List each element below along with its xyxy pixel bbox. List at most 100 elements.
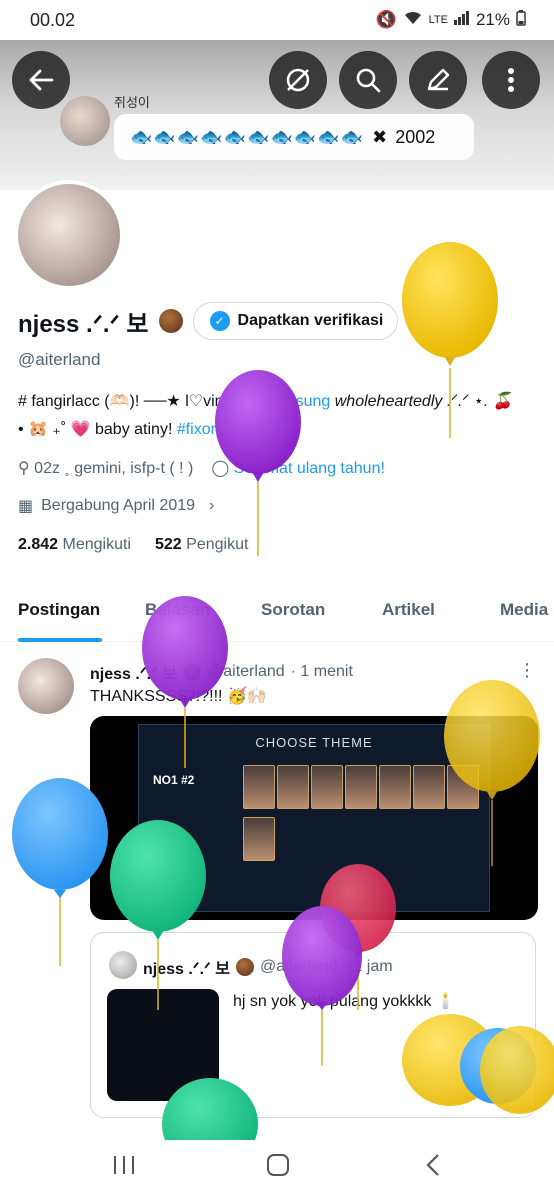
profile-tabs: Postingan Balasan Sorotan Artikel Media bbox=[0, 582, 554, 642]
photo-card bbox=[447, 765, 479, 809]
quote-text: hj sn yok yok pulang yokkkk 🕯️ bbox=[233, 993, 456, 1010]
tab-posts[interactable]: Postingan bbox=[18, 600, 100, 620]
tab-replies[interactable]: Balasan bbox=[145, 600, 210, 620]
following-label: Mengikuti bbox=[62, 536, 131, 553]
note-text: 2002 bbox=[395, 126, 436, 147]
tab-articles[interactable]: Artikel bbox=[382, 600, 435, 620]
get-verified-button[interactable]: ✓ Dapatkan verifikasi bbox=[192, 302, 399, 340]
note-author-name: 쥐성이 bbox=[114, 95, 150, 110]
following-stat[interactable]: 2.842 Mengikuti bbox=[18, 536, 131, 554]
more-vert-icon bbox=[508, 68, 514, 92]
balloon-icon: ◯ bbox=[211, 460, 230, 477]
taiyaki-emoji-row: 🐟🐟🐟🐟🐟🐟🐟🐟🐟🐟 bbox=[130, 126, 365, 147]
profile-handle: @aiterland bbox=[18, 350, 101, 369]
joined-text: Bergabung April 2019 bbox=[41, 497, 196, 514]
home-button[interactable] bbox=[266, 1152, 290, 1184]
photo-card bbox=[413, 765, 445, 809]
system-nav-bar bbox=[0, 1140, 554, 1200]
battery-percent: 21% bbox=[475, 10, 510, 29]
post-header: njess .ᐟ.ᐟ 보 @aiterland · 1 menit bbox=[90, 660, 353, 684]
tab-highlights[interactable]: Sorotan bbox=[261, 600, 325, 620]
game-theme-panel: CHOOSE THEME NO1 #2 bbox=[138, 724, 490, 912]
bio-hashtag-3[interactable]: #fixon bbox=[177, 421, 220, 438]
calendar-icon: ▦ bbox=[18, 498, 34, 515]
following-count: 2.842 bbox=[18, 536, 59, 553]
photo-card bbox=[277, 765, 309, 809]
follow-stats: 2.842 Mengikuti 522 Pengikut bbox=[18, 536, 248, 554]
note-bubble[interactable]: 🐟🐟🐟🐟🐟🐟🐟🐟🐟🐟 ✖ 2002 bbox=[114, 114, 474, 160]
joined-row[interactable]: ▦ Bergabung April 2019 › bbox=[18, 496, 214, 516]
acorn-emoji bbox=[158, 309, 183, 333]
bio-hashtag-2[interactable]: #jisung bbox=[280, 393, 331, 410]
bio-hashtag-1[interactable]: #yutaj bbox=[237, 393, 280, 410]
profile-meta-row: ⚲ 02z ˳ gemini, isfp-t ( ! ) ◯ Selamat u… bbox=[18, 458, 385, 478]
verified-badge-icon: ✓ bbox=[209, 311, 230, 331]
mute-icon: 🔇 bbox=[375, 10, 397, 29]
quote-avatar bbox=[109, 951, 137, 979]
followers-label: Pengikut bbox=[186, 536, 249, 553]
followers-count: 522 bbox=[154, 536, 182, 553]
display-name: njess .ᐟ.ᐟ 보 bbox=[18, 310, 149, 338]
photo-card bbox=[379, 765, 411, 809]
search-button[interactable] bbox=[339, 51, 397, 109]
quote-author-name: njess .ᐟ.ᐟ 보 bbox=[143, 961, 231, 978]
chevron-right-icon: › bbox=[209, 497, 215, 514]
nav-back-button[interactable] bbox=[424, 1152, 442, 1184]
birthday-link[interactable]: Selamat ulang tahun! bbox=[234, 460, 385, 477]
photo-card bbox=[345, 765, 377, 809]
recents-button[interactable] bbox=[112, 1152, 136, 1184]
status-time: 00.02 bbox=[30, 9, 76, 30]
photo-card bbox=[243, 817, 275, 861]
profile-avatar[interactable] bbox=[14, 180, 124, 290]
verify-label: Dapatkan verifikasi bbox=[237, 312, 384, 329]
no-sync-button[interactable] bbox=[269, 51, 327, 109]
quote-acorn-emoji bbox=[236, 958, 255, 976]
active-tab-indicator bbox=[18, 638, 102, 642]
post-more-icon[interactable]: ⋮ bbox=[518, 660, 536, 681]
photo-card bbox=[243, 765, 275, 809]
post-text: THANKSSSS?!?!!! 🥳🙌🏻 bbox=[90, 688, 267, 705]
edit-button[interactable] bbox=[409, 51, 467, 109]
game-panel-label: NO1 #2 bbox=[153, 773, 195, 787]
more-button[interactable] bbox=[482, 51, 540, 109]
quote-time: · 1 jam bbox=[343, 958, 393, 975]
nav-back-icon bbox=[426, 1154, 439, 1176]
location-icon: ⚲ bbox=[18, 460, 30, 477]
search-icon bbox=[356, 68, 381, 93]
quoted-post[interactable]: njess .ᐟ.ᐟ 보 @aiterland · 1 jam hj sn yo… bbox=[90, 932, 536, 1118]
back-button[interactable] bbox=[12, 51, 70, 109]
edit-icon bbox=[427, 68, 450, 91]
signal-icon bbox=[453, 10, 470, 30]
post-acorn-emoji bbox=[183, 663, 202, 681]
followers-stat[interactable]: 522 Pengikut bbox=[155, 536, 248, 554]
location-item: ⚲ 02z ˳ gemini, isfp-t ( ! ) bbox=[18, 458, 193, 478]
back-arrow-icon bbox=[29, 69, 54, 91]
status-icons: 🔇 LTE 21% bbox=[375, 9, 526, 31]
quote-thumbnail bbox=[107, 989, 219, 1101]
location-text: 02z ˳ gemini, isfp-t ( ! ) bbox=[34, 460, 194, 477]
wifi-icon bbox=[403, 10, 423, 31]
post-author-name[interactable]: njess .ᐟ.ᐟ 보 bbox=[90, 660, 177, 684]
quote-author-handle: @aiterland bbox=[260, 958, 338, 975]
photo-card bbox=[311, 765, 343, 809]
quote-header: njess .ᐟ.ᐟ 보 @aiterland · 1 jam bbox=[143, 955, 393, 979]
recents-icon bbox=[114, 1156, 134, 1174]
bio-text-2: wholeheartedly .ᐟ.ᐟ ⋆. 🍒 bbox=[330, 393, 513, 410]
post-time: · 1 menit bbox=[290, 663, 353, 680]
bio-text-1: # fangirlacc (🫶🏻)! ──★ l♡ving bbox=[18, 393, 237, 410]
network-label: LTE bbox=[428, 14, 448, 26]
birthday-item[interactable]: ◯ Selamat ulang tahun! bbox=[211, 458, 385, 478]
status-bar: 00.02 🔇 LTE 21% bbox=[0, 0, 554, 40]
profile-bio: # fangirlacc (🫶🏻)! ──★ l♡ving #yutaj#jis… bbox=[18, 388, 538, 444]
bio-text-3: • 🐹 ₊˚ 💗 baby atiny! bbox=[18, 421, 177, 438]
post-avatar[interactable] bbox=[18, 658, 74, 714]
bio-text-4: 🐞 bbox=[219, 421, 244, 438]
no-sync-icon bbox=[286, 68, 310, 92]
game-panel-title: CHOOSE THEME bbox=[255, 735, 373, 750]
note-symbol: ✖ bbox=[372, 126, 388, 147]
tab-media[interactable]: Media bbox=[500, 600, 548, 620]
post-author-handle: @aiterland bbox=[207, 663, 285, 680]
profile-name-row: njess .ᐟ.ᐟ 보 ✓ Dapatkan verifikasi bbox=[18, 302, 399, 340]
home-icon bbox=[267, 1154, 289, 1176]
post-media-image[interactable]: CHOOSE THEME NO1 #2 bbox=[90, 716, 538, 920]
